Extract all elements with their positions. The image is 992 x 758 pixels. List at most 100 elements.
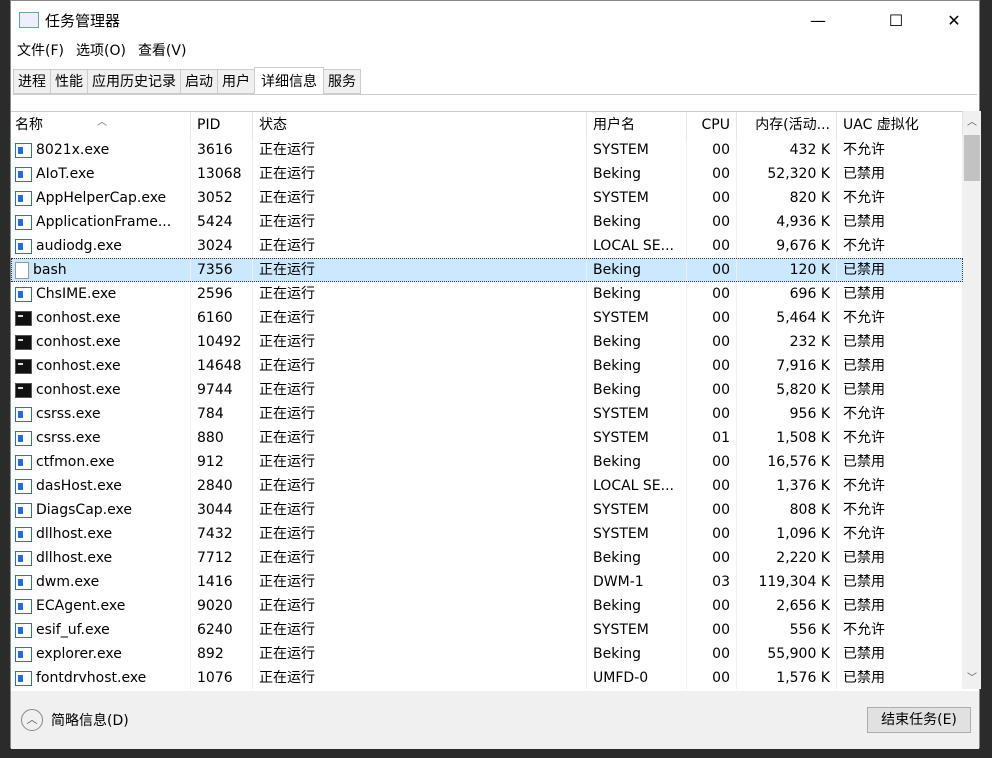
tab-processes[interactable]: 进程 — [13, 69, 51, 94]
menu-view[interactable]: 查看(V) — [132, 39, 193, 63]
close-button[interactable]: ✕ — [929, 1, 979, 39]
table-row[interactable]: dasHost.exe 2840 正在运行 LOCAL SE... 00 1,376 K不… — [11, 474, 963, 498]
process-name: dwm.exe — [36, 574, 100, 590]
tab-users[interactable]: 用户 — [217, 69, 255, 94]
table-row[interactable]: esif_uf.exe 6240 正在运行 SYSTEM 00 556 K 不允许 — [11, 618, 963, 642]
cell-username: SYSTEM — [587, 402, 687, 426]
process-name: csrss.exe — [36, 430, 101, 446]
column-pid[interactable]: PID — [191, 112, 253, 138]
cell-status: 正在运行 — [253, 162, 587, 186]
column-uac[interactable]: UAC 虚拟化 — [837, 112, 963, 138]
scrollbar-thumb[interactable] — [964, 135, 980, 181]
cell-pid: 892 — [191, 642, 253, 666]
column-name-label: 名称 — [15, 117, 43, 133]
table-row[interactable]: csrss.exe 784 正在运行 SYSTEM 00 956 K 不允许 — [11, 402, 963, 426]
column-name[interactable]: 名称 ︿ — [11, 112, 191, 138]
cell-uac: 不允许 — [837, 498, 963, 522]
table-row[interactable]: conhost.exe 10492 正在运行 Beking 00 232 K 已禁用 — [11, 330, 963, 354]
process-icon — [15, 214, 32, 230]
table-row[interactable]: bash 7356 正在运行 Beking 00 120 K 已禁用 — [11, 258, 963, 282]
process-name: conhost.exe — [36, 382, 121, 398]
cell-username: Beking — [587, 546, 687, 570]
scroll-up-icon[interactable]: ︿ — [963, 113, 981, 131]
table-row[interactable]: explorer.exe 892 正在运行 Beking 00 55,900 K 已禁用 — [11, 642, 963, 666]
tab-details[interactable]: 详细信息 — [254, 67, 324, 94]
table-row[interactable]: conhost.exe 9744 正在运行 Beking 00 5,820 K 已禁用 — [11, 378, 963, 402]
process-name: ECAgent.exe — [36, 598, 126, 614]
cell-username: SYSTEM — [587, 138, 687, 162]
brief-info-label: 简略信息(D) — [51, 713, 129, 729]
cell-memory: 820 K — [737, 186, 837, 210]
cell-uac: 已禁用 — [837, 258, 963, 282]
tab-bar: 进程 性能 应用历史记录 启动 用户 详细信息 服务 — [13, 67, 977, 95]
cell-name: 8021x.exe — [11, 138, 191, 162]
cell-memory: 7,916 K — [737, 354, 837, 378]
cell-username: SYSTEM — [587, 498, 687, 522]
cell-pid: 10492 — [191, 330, 253, 354]
column-memory[interactable]: 内存(活动... — [737, 112, 837, 138]
tab-services[interactable]: 服务 — [323, 69, 361, 94]
column-username[interactable]: 用户名 — [587, 112, 687, 138]
cell-status: 正在运行 — [253, 594, 587, 618]
table-row[interactable]: AppHelperCap.exe 3052 正在运行 SYSTEM 00 820 K 不允许 — [11, 186, 963, 210]
end-task-button[interactable]: 结束任务(E) — [867, 707, 971, 733]
table-row[interactable]: ECAgent.exe 9020 正在运行 Beking 00 2,656 K 已禁用 — [11, 594, 963, 618]
process-name: ChsIME.exe — [36, 286, 117, 302]
table-row[interactable]: csrss.exe 880 正在运行 SYSTEM 01 1,508 K 不允许 — [11, 426, 963, 450]
cell-cpu: 00 — [687, 330, 737, 354]
cell-name: AppHelperCap.exe — [11, 186, 191, 210]
cell-memory: 432 K — [737, 138, 837, 162]
cell-uac: 已禁用 — [837, 162, 963, 186]
table-row[interactable]: DiagsCap.exe 3044 正在运行 SYSTEM 00 808 K 不允许 — [11, 498, 963, 522]
cell-status: 正在运行 — [253, 186, 587, 210]
tab-app-history[interactable]: 应用历史记录 — [87, 69, 181, 94]
table-row[interactable]: ctfmon.exe 912 正在运行 Beking 00 16,576 K 已禁用 — [11, 450, 963, 474]
table-row[interactable]: ChsIME.exe 2596 正在运行 Beking 00 696 K 已禁用 — [11, 282, 963, 306]
cell-username: SYSTEM — [587, 522, 687, 546]
table-row[interactable]: ApplicationFrame... 5424 正在运行 Beking 00 4,936… — [11, 210, 963, 234]
process-icon — [15, 238, 32, 254]
process-icon — [15, 646, 32, 662]
scroll-down-icon[interactable]: ﹀ — [963, 669, 981, 687]
minimize-button[interactable]: — — [793, 1, 843, 39]
cell-status: 正在运行 — [253, 642, 587, 666]
table-row[interactable]: dwm.exe 1416 正在运行 DWM-1 03 119,304 K 已禁用 — [11, 570, 963, 594]
process-icon — [15, 454, 32, 470]
table-row[interactable]: AIoT.exe 13068 正在运行 Beking 00 52,320 K 已禁用 — [11, 162, 963, 186]
cell-cpu: 00 — [687, 546, 737, 570]
cell-pid: 9020 — [191, 594, 253, 618]
menu-file[interactable]: 文件(F) — [11, 39, 70, 63]
cell-cpu: 00 — [687, 642, 737, 666]
cell-username: Beking — [587, 330, 687, 354]
window-title: 任务管理器 — [45, 11, 121, 30]
menu-options[interactable]: 选项(O) — [70, 39, 132, 63]
tab-performance[interactable]: 性能 — [50, 69, 88, 94]
cell-memory: 808 K — [737, 498, 837, 522]
brief-info-button[interactable]: ︿ 简略信息(D) — [21, 709, 129, 731]
column-status[interactable]: 状态 — [253, 112, 587, 138]
cell-uac: 不允许 — [837, 426, 963, 450]
table-row[interactable]: dllhost.exe 7432 正在运行 SYSTEM 00 1,096 K 不允许 — [11, 522, 963, 546]
table-row[interactable]: dllhost.exe 7712 正在运行 Beking 00 2,220 K 已禁用 — [11, 546, 963, 570]
maximize-button[interactable]: ☐ — [871, 1, 921, 39]
cell-memory: 5,464 K — [737, 306, 837, 330]
vertical-scrollbar[interactable]: ︿ ﹀ — [963, 111, 981, 689]
table-row[interactable]: conhost.exe 6160 正在运行 SYSTEM 00 5,464 K 不允许 — [11, 306, 963, 330]
cell-memory: 120 K — [737, 258, 837, 282]
tab-startup[interactable]: 启动 — [180, 69, 218, 94]
chevron-up-icon: ︿ — [21, 709, 43, 731]
cell-pid: 880 — [191, 426, 253, 450]
table-row[interactable]: 8021x.exe 3616 正在运行 SYSTEM 00 432 K 不允许 — [11, 138, 963, 162]
cell-name: dllhost.exe — [11, 522, 191, 546]
cell-username: Beking — [587, 258, 687, 282]
sort-ascending-icon: ︿ — [97, 117, 107, 128]
table-row[interactable]: conhost.exe 14648 正在运行 Beking 00 7,916 K 已禁用 — [11, 354, 963, 378]
cell-pid: 1416 — [191, 570, 253, 594]
cell-username: Beking — [587, 354, 687, 378]
table-row[interactable]: fontdrvhost.exe 1076 正在运行 UMFD-0 00 1,576 K 已禁… — [11, 666, 963, 689]
cell-username: Beking — [587, 450, 687, 474]
process-name: dllhost.exe — [36, 526, 113, 542]
cell-cpu: 00 — [687, 162, 737, 186]
column-cpu[interactable]: CPU — [687, 112, 737, 138]
table-row[interactable]: audiodg.exe 3024 正在运行 LOCAL SE... 00 9,676 K不… — [11, 234, 963, 258]
